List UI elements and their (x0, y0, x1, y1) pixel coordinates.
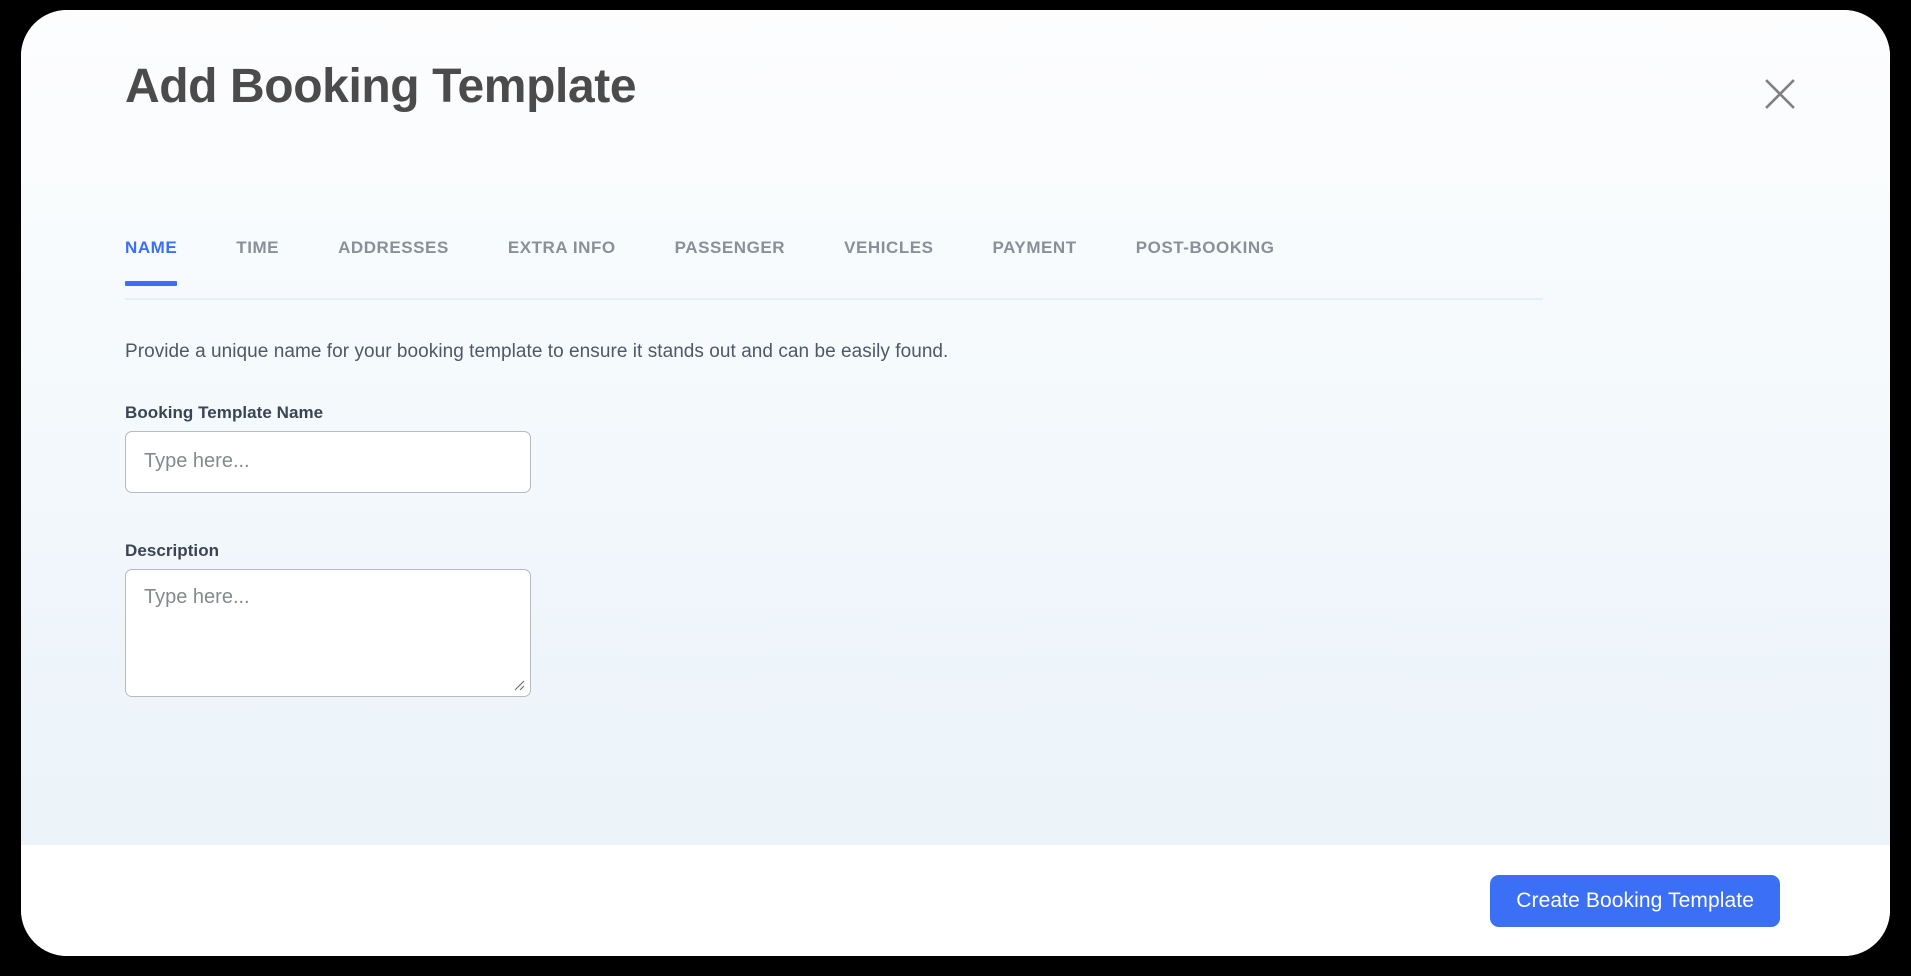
tab-time[interactable]: TIME (236, 238, 279, 286)
description-label: Description (125, 540, 220, 560)
tab-vehicles[interactable]: VEHICLES (844, 238, 933, 286)
modal-header: Add Booking Template (21, 10, 1890, 113)
template-name-input[interactable] (125, 430, 531, 493)
tab-payment[interactable]: PAYMENT (993, 238, 1077, 286)
panel-description: Provide a unique name for your booking t… (125, 341, 949, 362)
page-title: Add Booking Template (125, 60, 637, 113)
description-textarea-wrap (125, 568, 531, 697)
modal-footer: Create Booking Template (21, 845, 1890, 956)
modal-body: Add Booking Template NAME TIME ADDRESSES… (21, 10, 1890, 845)
tab-addresses[interactable]: ADDRESSES (338, 238, 449, 286)
description-textarea[interactable] (125, 568, 531, 697)
field-template-name: Booking Template Name (125, 403, 1525, 493)
tab-passenger[interactable]: PASSENGER (675, 238, 785, 286)
tab-list: NAME TIME ADDRESSES EXTRA INFO PASSENGER… (125, 238, 1543, 286)
close-icon (1765, 79, 1795, 109)
create-booking-template-button[interactable]: Create Booking Template (1490, 874, 1780, 927)
close-button[interactable] (1754, 68, 1806, 120)
tab-name[interactable]: NAME (125, 238, 178, 286)
tabs-container: NAME TIME ADDRESSES EXTRA INFO PASSENGER… (125, 238, 1543, 286)
tabs-divider (125, 298, 1543, 300)
add-booking-template-modal: Add Booking Template NAME TIME ADDRESSES… (21, 10, 1890, 956)
tab-post-booking[interactable]: POST-BOOKING (1136, 238, 1275, 286)
tab-extra-info[interactable]: EXTRA INFO (508, 238, 616, 286)
field-description: Description (125, 541, 1525, 697)
name-panel: Provide a unique name for your booking t… (125, 338, 1525, 697)
template-name-label: Booking Template Name (125, 402, 324, 422)
